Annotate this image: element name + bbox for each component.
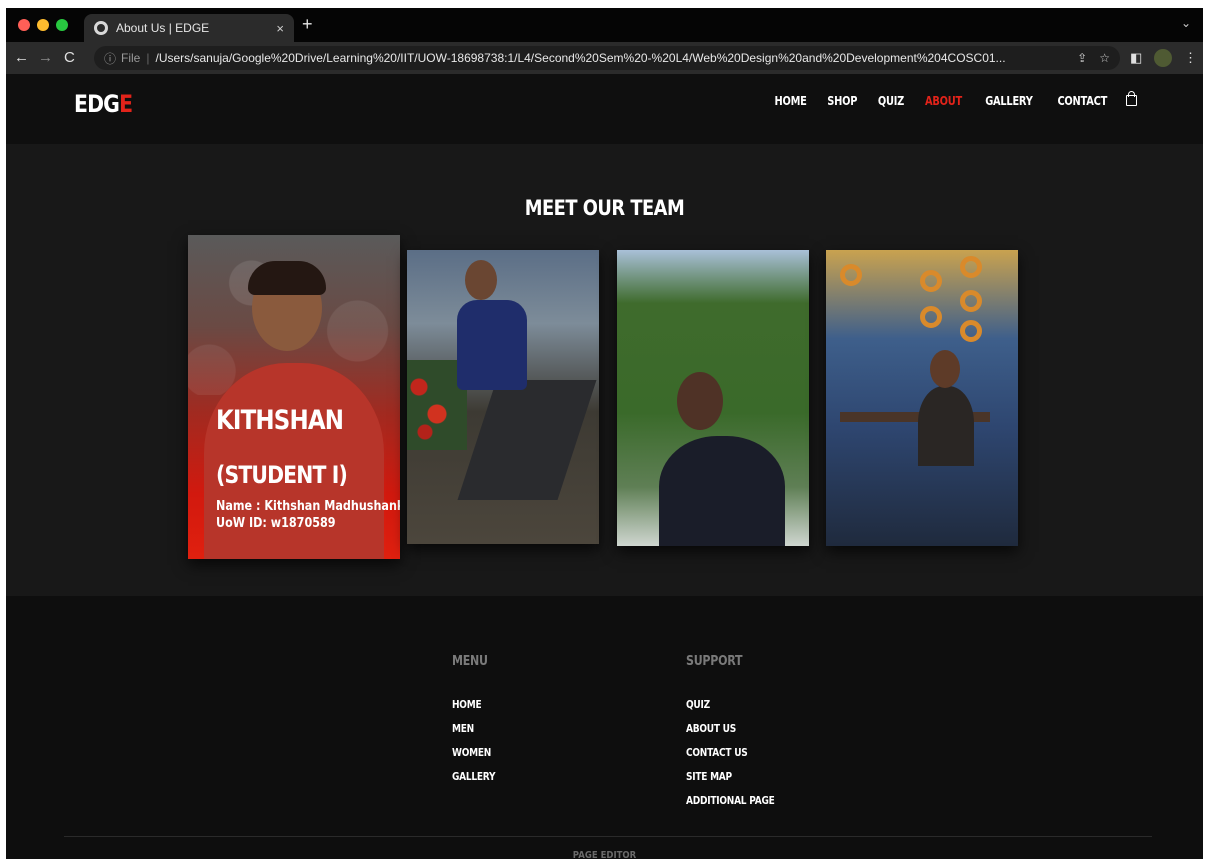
url-text[interactable]: /Users/sanuja/Google%20Drive/Learning%20… <box>155 51 1065 65</box>
wall-decor-ring <box>960 256 982 278</box>
site-logo[interactable]: EDGE <box>74 90 133 118</box>
site-header: EDGE HOME SHOP QUIZ ABOUT GALLERY CONTAC… <box>6 74 1203 144</box>
member-role: (STUDENT I) <box>216 461 348 489</box>
footer-link-gallery[interactable]: GALLERY <box>452 765 496 789</box>
footer-link-home[interactable]: HOME <box>452 693 495 717</box>
kebab-menu-icon[interactable]: ⋮ <box>1184 50 1197 66</box>
minimize-window-button[interactable] <box>37 19 49 31</box>
team-card-3[interactable] <box>617 250 809 546</box>
member-photo-head <box>930 350 960 388</box>
logo-text: EDG <box>74 90 120 118</box>
member-uow-id: UoW ID: w1870589 <box>216 516 336 531</box>
site-footer: MENU HOME MEN WOMEN GALLERY SUPPORT QUIZ… <box>6 596 1203 859</box>
tab-close-icon[interactable]: × <box>276 21 284 36</box>
team-section: MEET OUR TEAM KITHSHAN (STUDENT I) Name … <box>6 144 1203 596</box>
nav-link-contact[interactable]: CONTACT <box>1057 94 1107 108</box>
team-card-featured[interactable]: KITHSHAN (STUDENT I) Name : Kithshan Mad… <box>188 235 400 559</box>
nav-link-gallery[interactable]: GALLERY <box>985 94 1033 108</box>
wall-decor-ring <box>920 306 942 328</box>
back-button[interactable]: ← <box>14 49 29 67</box>
wall-decor-ring <box>920 270 942 292</box>
url-scheme: File <box>121 51 141 65</box>
footer-link-about-us[interactable]: ABOUT US <box>686 717 775 741</box>
close-window-button[interactable] <box>18 19 30 31</box>
footer-link-contact-us[interactable]: CONTACT US <box>686 741 775 765</box>
tab-bar: About Us | EDGE × + ⌄ <box>6 8 1203 42</box>
browser-tab[interactable]: About Us | EDGE × <box>84 14 294 42</box>
footer-link-additional-page[interactable]: ADDITIONAL PAGE <box>686 789 775 813</box>
url-separator: | <box>146 51 150 65</box>
wall-decor-ring <box>960 320 982 342</box>
share-icon[interactable]: ⇪ <box>1077 51 1087 65</box>
member-full-name: Name : Kithshan Madhushanka <box>216 499 400 514</box>
wall-decor-ring <box>840 264 862 286</box>
nav-link-shop[interactable]: SHOP <box>828 94 858 108</box>
footer-menu-heading: MENU <box>452 654 488 669</box>
footer-support-column: SUPPORT QUIZ ABOUT US CONTACT US SITE MA… <box>686 654 794 813</box>
team-card-4[interactable] <box>826 250 1018 546</box>
footer-link-women[interactable]: WOMEN <box>452 741 495 765</box>
chevron-down-icon[interactable]: ⌄ <box>1181 16 1191 30</box>
member-photo-head <box>465 260 497 300</box>
footer-credit: PAGE EDITOR <box>572 850 637 859</box>
globe-icon <box>94 21 108 35</box>
profile-avatar[interactable] <box>1154 49 1172 67</box>
wall-decor-ring <box>960 290 982 312</box>
footer-link-men[interactable]: MEN <box>452 717 495 741</box>
footer-divider <box>64 836 1152 837</box>
new-tab-button[interactable]: + <box>302 14 313 35</box>
footer-link-site-map[interactable]: SITE MAP <box>686 765 775 789</box>
nav-link-home[interactable]: HOME <box>775 94 807 108</box>
member-photo-body <box>918 386 974 466</box>
member-photo-suit <box>457 300 527 390</box>
footer-menu-column: MENU HOME MEN WOMEN GALLERY <box>452 654 505 789</box>
address-bar[interactable]: ⓘ File | /Users/sanuja/Google%20Drive/Le… <box>94 46 1120 70</box>
member-photo-hair <box>248 261 326 295</box>
forward-button[interactable]: → <box>38 49 53 67</box>
nav-link-about[interactable]: ABOUT <box>925 94 962 108</box>
reload-button[interactable]: C <box>64 49 75 67</box>
tab-title: About Us | EDGE <box>116 21 210 35</box>
member-photo-body <box>659 436 785 546</box>
team-card-2[interactable] <box>407 250 599 544</box>
maximize-window-button[interactable] <box>56 19 68 31</box>
web-page: EDGE HOME SHOP QUIZ ABOUT GALLERY CONTAC… <box>6 74 1203 859</box>
info-icon[interactable]: ⓘ <box>104 50 116 67</box>
footer-support-heading: SUPPORT <box>686 654 743 669</box>
section-title: MEET OUR TEAM <box>524 196 685 220</box>
footer-link-quiz[interactable]: QUIZ <box>686 693 775 717</box>
side-panel-icon[interactable]: ◧ <box>1130 50 1142 66</box>
member-photo-legs <box>457 380 597 500</box>
nav-link-quiz[interactable]: QUIZ <box>878 94 904 108</box>
main-nav: HOME SHOP QUIZ ABOUT GALLERY CONTACT <box>757 90 1137 108</box>
logo-accent: E <box>119 90 133 118</box>
member-photo-head <box>677 372 723 430</box>
browser-window: About Us | EDGE × + ⌄ ← → C ⓘ File | /Us… <box>6 8 1203 859</box>
browser-toolbar: ← → C ⓘ File | /Users/sanuja/Google%20Dr… <box>6 42 1203 74</box>
member-name: KITHSHAN <box>216 405 344 436</box>
star-icon[interactable]: ☆ <box>1099 51 1110 65</box>
shopping-bag-icon[interactable] <box>1126 90 1137 106</box>
